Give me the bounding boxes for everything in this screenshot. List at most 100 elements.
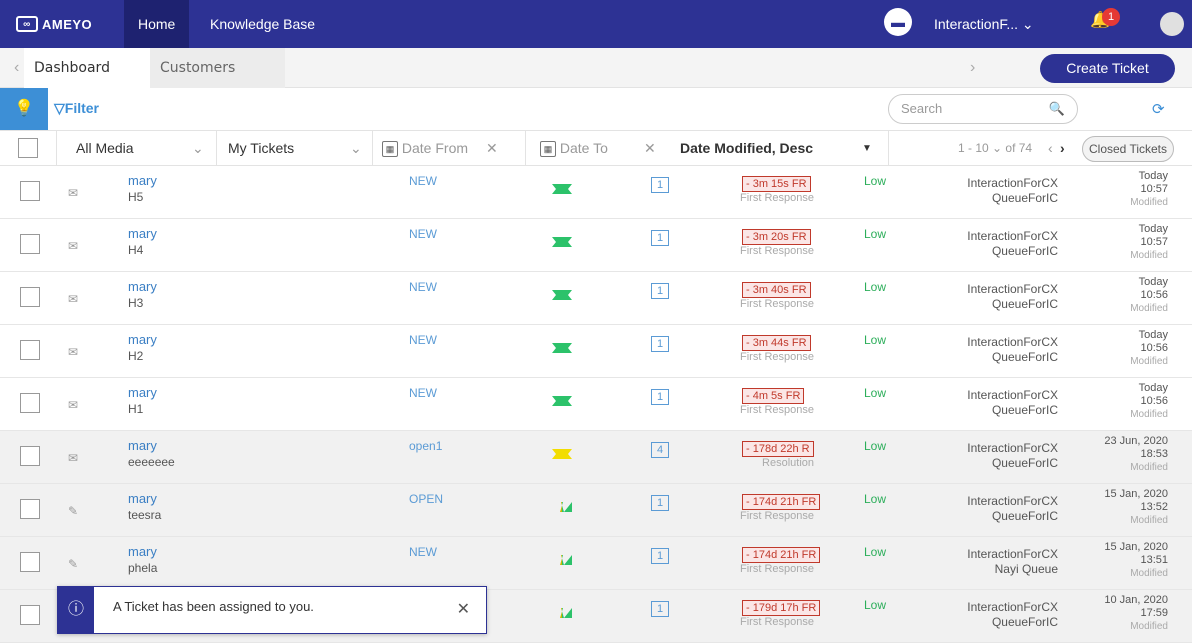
ticket-subject[interactable]: H4 xyxy=(128,243,143,257)
nav-home[interactable]: Home xyxy=(124,0,190,48)
ticket-subject[interactable]: phela xyxy=(128,561,157,575)
customer-name[interactable]: mary xyxy=(128,226,157,241)
table-row[interactable]: ✉ mary H4 NEW 1 - 3m 20s FR First Respon… xyxy=(0,219,1192,272)
edit-icon: ✎ xyxy=(68,504,79,518)
calendar-icon: ▦ xyxy=(540,141,556,158)
tab-dashboard[interactable]: Dashboard xyxy=(24,48,150,88)
priority-flag-icon xyxy=(552,555,572,565)
ticket-subject[interactable]: H5 xyxy=(128,190,143,204)
sla-type: First Response xyxy=(740,245,814,257)
message-count: 1 xyxy=(651,601,669,617)
table-row[interactable]: ✎ mary teesra OPEN 1 - 174d 21h FR First… xyxy=(0,484,1192,537)
logo-text: AMEYO xyxy=(42,16,93,32)
ticket-subject[interactable]: eeeeeee xyxy=(128,455,175,469)
sla-badge: - 179d 17h FR xyxy=(742,600,821,616)
row-checkbox[interactable] xyxy=(20,287,40,307)
table-row[interactable]: ✎ mary phela NEW 1 - 174d 21h FR First R… xyxy=(0,537,1192,590)
chevron-right-icon[interactable]: › xyxy=(970,48,975,88)
row-checkbox[interactable] xyxy=(20,499,40,519)
sla-badge: - 3m 20s FR xyxy=(742,229,811,245)
table-row[interactable]: ✉ mary H2 NEW 1 - 3m 44s FR First Respon… xyxy=(0,325,1192,378)
ticket-subject[interactable]: teesra xyxy=(128,508,161,522)
sla-type: First Response xyxy=(740,404,814,416)
search-placeholder: Search xyxy=(901,101,943,116)
sla-type: Resolution xyxy=(762,457,814,469)
modified-label: Modified xyxy=(1130,250,1168,261)
toast-message: A Ticket has been assigned to you. xyxy=(113,599,314,614)
date-from-field[interactable]: ▦ Date From xyxy=(382,131,468,167)
customer-name[interactable]: mary xyxy=(128,332,157,347)
closed-tickets-button[interactable]: Closed Tickets xyxy=(1082,136,1174,162)
priority-label: Low xyxy=(864,386,887,400)
chevron-left-icon[interactable]: ‹ xyxy=(14,48,19,88)
row-checkbox[interactable] xyxy=(20,552,40,572)
create-ticket-button[interactable]: Create Ticket xyxy=(1040,54,1175,83)
user-menu[interactable]: InteractionF... ⌄ xyxy=(934,0,1034,48)
modified-date: 10 Jan, 2020 xyxy=(1104,594,1168,606)
row-checkbox[interactable] xyxy=(20,446,40,466)
ticket-subject[interactable]: H2 xyxy=(128,349,143,363)
ticket-status: OPEN xyxy=(409,492,444,506)
nav-knowledge-base[interactable]: Knowledge Base xyxy=(196,0,329,48)
customer-name[interactable]: mary xyxy=(128,173,157,188)
paging-select[interactable]: 1 - 10 ⌄ of 74 xyxy=(958,131,1032,167)
search-icon[interactable]: 🔍 xyxy=(1049,95,1065,123)
refresh-icon[interactable]: ⟳ xyxy=(1152,100,1165,118)
email-icon: ✉ xyxy=(68,345,79,359)
row-checkbox[interactable] xyxy=(20,234,40,254)
modified-time: 10:56 xyxy=(1140,395,1168,407)
chat-icon[interactable]: ▬ xyxy=(884,8,912,36)
next-page-icon[interactable]: › xyxy=(1060,131,1065,167)
customer-name[interactable]: mary xyxy=(128,438,157,453)
filter-link[interactable]: ▽Filter xyxy=(54,100,99,117)
ticket-status: NEW xyxy=(409,227,437,241)
chevron-down-icon[interactable]: ⌄ xyxy=(192,131,204,167)
clear-date-to-icon[interactable]: ✕ xyxy=(644,131,656,167)
row-checkbox[interactable] xyxy=(20,340,40,360)
notification-badge: 1 xyxy=(1102,8,1120,26)
table-row[interactable]: ✉ mary H5 NEW 1 - 3m 15s FR First Respon… xyxy=(0,166,1192,219)
row-checkbox[interactable] xyxy=(20,605,40,625)
customer-name[interactable]: mary xyxy=(128,491,157,506)
ticket-subject[interactable]: H3 xyxy=(128,296,143,310)
close-icon[interactable]: ✕ xyxy=(457,599,470,619)
sla-type: First Response xyxy=(740,351,814,363)
clear-date-from-icon[interactable]: ✕ xyxy=(486,131,498,167)
message-count: 1 xyxy=(651,283,669,299)
lightbulb-icon[interactable]: 💡 xyxy=(0,88,48,130)
row-checkbox[interactable] xyxy=(20,181,40,201)
customer-name[interactable]: mary xyxy=(128,385,157,400)
ameyo-logo[interactable]: ∞ AMEYO xyxy=(16,12,92,36)
row-checkbox[interactable] xyxy=(20,393,40,413)
ticket-subject[interactable]: H1 xyxy=(128,402,143,416)
modified-label: Modified xyxy=(1130,568,1168,579)
ticket-status: open1 xyxy=(409,439,443,453)
priority-label: Low xyxy=(864,439,887,453)
select-all-checkbox[interactable] xyxy=(18,138,38,158)
message-count: 1 xyxy=(651,495,669,511)
chevron-down-icon[interactable]: ⌄ xyxy=(350,131,362,167)
email-icon: ✉ xyxy=(68,398,79,412)
email-icon: ✉ xyxy=(68,186,79,200)
table-row[interactable]: ✉ mary H3 NEW 1 - 3m 40s FR First Respon… xyxy=(0,272,1192,325)
customer-name[interactable]: mary xyxy=(128,279,157,294)
ticket-status: NEW xyxy=(409,333,437,347)
table-row[interactable]: ✉ mary H1 NEW 1 - 4m 5s FR First Respons… xyxy=(0,378,1192,431)
campaign-name: InteractionForCX xyxy=(967,600,1058,614)
sla-type: First Response xyxy=(740,192,814,204)
priority-label: Low xyxy=(864,598,887,612)
sla-badge: - 3m 44s FR xyxy=(742,335,811,351)
sort-select[interactable]: Date Modified, Desc xyxy=(680,131,813,167)
avatar[interactable] xyxy=(1160,12,1184,36)
tab-customers[interactable]: Customers xyxy=(150,48,285,88)
caret-down-icon[interactable]: ▼ xyxy=(862,131,872,167)
modified-label: Modified xyxy=(1130,356,1168,367)
search-input[interactable]: Search 🔍 xyxy=(888,94,1078,124)
customer-name[interactable]: mary xyxy=(128,544,157,559)
tickets-filter[interactable]: My Tickets xyxy=(228,131,294,167)
prev-page-icon[interactable]: ‹ xyxy=(1048,131,1053,167)
table-row[interactable]: ✉ mary eeeeeee open1 4 - 178d 22h R Reso… xyxy=(0,431,1192,484)
date-to-field[interactable]: ▦ Date To xyxy=(540,131,608,167)
modified-label: Modified xyxy=(1130,303,1168,314)
media-filter[interactable]: All Media xyxy=(76,131,134,167)
